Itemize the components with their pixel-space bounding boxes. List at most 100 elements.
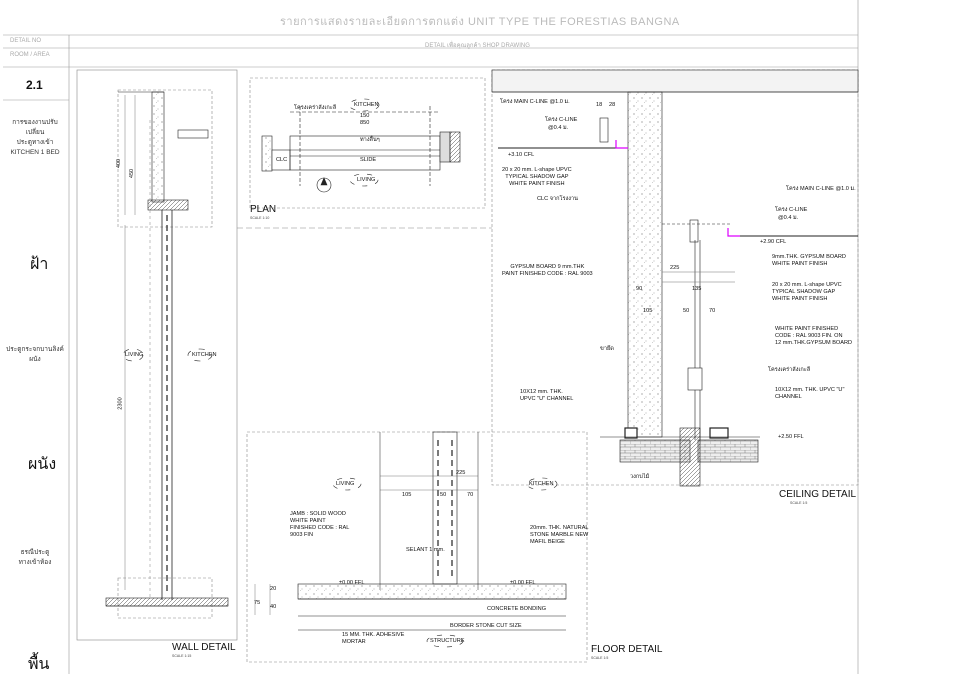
ceiling-dim-50: 50 <box>683 308 690 314</box>
ceiling-note-frame-2: โครงเคร่าลังเกะลี <box>768 367 811 373</box>
plan-kitchen: KITCHEN <box>354 102 379 108</box>
floor-dim-105: 105 <box>402 492 412 498</box>
ceiling-dim-18: 18 <box>596 102 603 108</box>
ceiling-note-uchannel-1: 10X12 mm. THK. UPVC "U" CHANNEL <box>520 389 573 403</box>
floor-bonding: CONCRETE BONDING <box>487 606 547 612</box>
ceiling-note-paint: WHITE PAINT FINISHED CODE : RAL 9003 FIN… <box>775 326 852 347</box>
floor-adhesive: 15 MM. THK. ADHESIVE MORTAR <box>342 632 404 646</box>
floor-stone-note: 20mm. THK. NATURAL STONE MARBLE NEW MAFI… <box>530 525 589 546</box>
floor-adhesive-a: 15 MM. THK. ADHESIVE <box>342 632 405 638</box>
ceiling-cfl-310: +3.10 CFL <box>508 152 535 158</box>
plan-scale: SCALE 1:10 <box>250 216 270 220</box>
ceiling-note-clc: CLC จากโรงงาน <box>537 196 578 202</box>
detail-no-label: DETAIL NO <box>10 38 42 44</box>
ceiling-dim-70: 70 <box>709 308 716 314</box>
ceiling-note-frame: วงกบไม้ <box>630 474 650 480</box>
ceiling-note-cline-2-spacing: @0.4 ม. <box>778 215 799 221</box>
ceiling-note-cline-2: โครง C-LINE <box>775 207 808 213</box>
ceiling-detail-title: CEILING DETAIL <box>779 489 857 500</box>
ceiling-note-lshape-1: 20 x 20 mm. L-shape UPVC TYPICAL SHADOW … <box>502 167 572 188</box>
ceiling-note-gypsum: GYPSUM BOARD 9 mm.THK PAINT FINISHED COD… <box>502 264 593 278</box>
ceiling-note-gypsum-2: 9mm.THK. GYPSUM BOARD WHITE PAINT FINISH <box>772 254 846 268</box>
ceiling-dim-28: 28 <box>609 102 616 108</box>
ceiling-note-uchannel-2: 10X12 mm. THK. UPVC "U" CHANNEL <box>775 387 844 401</box>
ceiling-note-gypsum-a: GYPSUM BOARD 9 mm.THK <box>510 264 585 270</box>
ceiling-note-cline-spacing: @0.4 ม. <box>548 125 569 131</box>
floor-dim-20: 20 <box>270 586 277 592</box>
location-line-1: การของงานปรับเปลี่ยน <box>12 119 58 136</box>
ceiling-note-paint-a: WHITE PAINT FINISHED <box>775 326 839 332</box>
floor-detail-scale: SCALE 1:5 <box>591 656 609 660</box>
ceiling-note-lshape-1-b: TYPICAL SHADOW GAP <box>505 174 569 180</box>
ceiling-note-uchannel-2-b: CHANNEL <box>775 394 802 400</box>
location-line-3: KITCHEN 1 BED <box>10 149 60 156</box>
location-block: การของงานปรับเปลี่ยน ประตูทางเข้า KITCHE… <box>4 118 66 158</box>
ceiling-dim-105: 105 <box>643 308 653 314</box>
wall-kitchen: KITCHEN <box>192 352 217 358</box>
floor-border: BORDER STONE CUT SIZE <box>450 623 522 629</box>
room-label: ROOM / AREA <box>10 52 50 58</box>
floor-dim-75: 75 <box>254 600 261 606</box>
ceiling-note-cline: โครง C-LINE <box>545 117 578 123</box>
project-title: รายการแสดงรายละเอียดการตกแต่ง UNIT TYPE … <box>280 16 680 28</box>
wall-dim-400: 400 <box>116 158 123 169</box>
ceiling-note-lshape-2-a: 20 x 20 mm. L-shape UPVC <box>772 282 842 288</box>
floor-ffl-right: ±0.00 FFL <box>510 580 536 586</box>
plan-clc: CLC <box>276 157 288 163</box>
ceiling-note-paint-b: CODE : RAL 9003 FIN. ON <box>775 333 843 339</box>
plan-section-mark: A <box>322 187 326 193</box>
plan-door-note: ทางลื่นๆ <box>360 137 380 143</box>
wall-note: ประตูกระจกบานลิงค์ผนัง <box>6 346 64 363</box>
drawing-sheet: { "header": { "project_title": "รายการแส… <box>0 0 960 674</box>
ceiling-note-bracket: ขายึด <box>600 346 614 352</box>
floor-dim-50: 50 <box>440 492 447 498</box>
floor-detail-title: FLOOR DETAIL <box>591 644 663 655</box>
ceiling-note-paint-c: 12 mm.THK.GYPSUM BOARD <box>775 340 853 346</box>
floor-jamb-b: WHITE PAINT <box>290 518 326 524</box>
floor-stone-c: MAFIL BEIGE <box>530 539 565 545</box>
wall-living: LIVING <box>125 352 144 358</box>
plan-frame-note: โครงเคร่าลังเกะลี <box>294 105 337 111</box>
floor-jamb-a: JAMB : SOLID WOOD <box>290 511 346 517</box>
floor-dim-40: 40 <box>270 604 277 610</box>
floor-note: ธรณีประตู ทางเข้าห้อง <box>4 548 66 568</box>
floor-jamb-c: FINISHED CODE : RAL <box>290 525 350 531</box>
floor-section <box>297 431 567 648</box>
ceiling-note-gypsum-2-a: 9mm.THK. GYPSUM BOARD <box>772 254 846 260</box>
ceiling-note-gypsum-2-b: WHITE PAINT FINISH <box>772 261 828 267</box>
ceiling-ffl-250: +2.50 FFL <box>778 434 804 440</box>
detail-number: 2.1 <box>26 78 43 92</box>
ceiling-note-lshape-2: 20 x 20 mm. L-shape UPVC TYPICAL SHADOW … <box>772 282 842 303</box>
floor-structure: STRUCTURE <box>430 638 465 644</box>
ceiling-note-uchannel-1-a: 10X12 mm. THK. <box>520 389 563 395</box>
sheet-title: DETAIL เพื่อคุณลูกค้า SHOP DRAWING <box>425 43 530 49</box>
ceiling-note-uchannel-2-a: 10X12 mm. THK. UPVC "U" <box>775 387 845 393</box>
ceiling-dim-135: 135 <box>692 286 702 292</box>
plan-dim-150: 150 <box>360 113 370 119</box>
floor-stone-b: STONE MARBLE NEW <box>530 532 589 538</box>
floor-note-1: ธรณีประตู <box>20 549 50 556</box>
floor-jamb-note: JAMB : SOLID WOOD WHITE PAINT FINISHED C… <box>290 511 349 539</box>
ceiling-note-lshape-2-c: WHITE PAINT FINISH <box>772 296 828 302</box>
floor-heading: พื้น <box>28 656 50 673</box>
floor-dim-225: 225 <box>456 470 466 476</box>
ceiling-note-lshape-1-a: 20 x 20 mm. L-shape UPVC <box>502 167 572 173</box>
ceiling-note-uchannel-1-b: UPVC "U" CHANNEL <box>520 396 574 402</box>
floor-living: LIVING <box>336 481 355 487</box>
wall-detail-title: WALL DETAIL <box>172 642 236 653</box>
floor-jamb-d: 9003 FIN <box>290 532 314 538</box>
wall-heading: ผนัง <box>28 456 57 473</box>
wall-dim-450: 450 <box>129 168 136 179</box>
ceiling-note-lshape-2-b: TYPICAL SHADOW GAP <box>772 289 836 295</box>
plan-title: PLAN <box>250 204 277 215</box>
wall-detail-scale: SCALE 1:15 <box>172 654 192 658</box>
ceiling-dim-225: 225 <box>670 265 680 271</box>
location-line-2: ประตูทางเข้า <box>16 139 54 146</box>
ceiling-note-gypsum-b: PAINT FINISHED CODE : RAL 9003 <box>502 271 593 277</box>
floor-adhesive-b: MORTAR <box>342 639 366 645</box>
ceiling-note-main-cline-2: โครง MAIN C-LINE @1.0 ม. <box>786 186 856 192</box>
floor-dim-70: 70 <box>467 492 474 498</box>
ceiling-note-main-cline: โครง MAIN C-LINE @1.0 ม. <box>500 99 570 105</box>
sheet-frame <box>3 0 859 674</box>
wall-dim-2300: 2300 <box>117 397 124 410</box>
